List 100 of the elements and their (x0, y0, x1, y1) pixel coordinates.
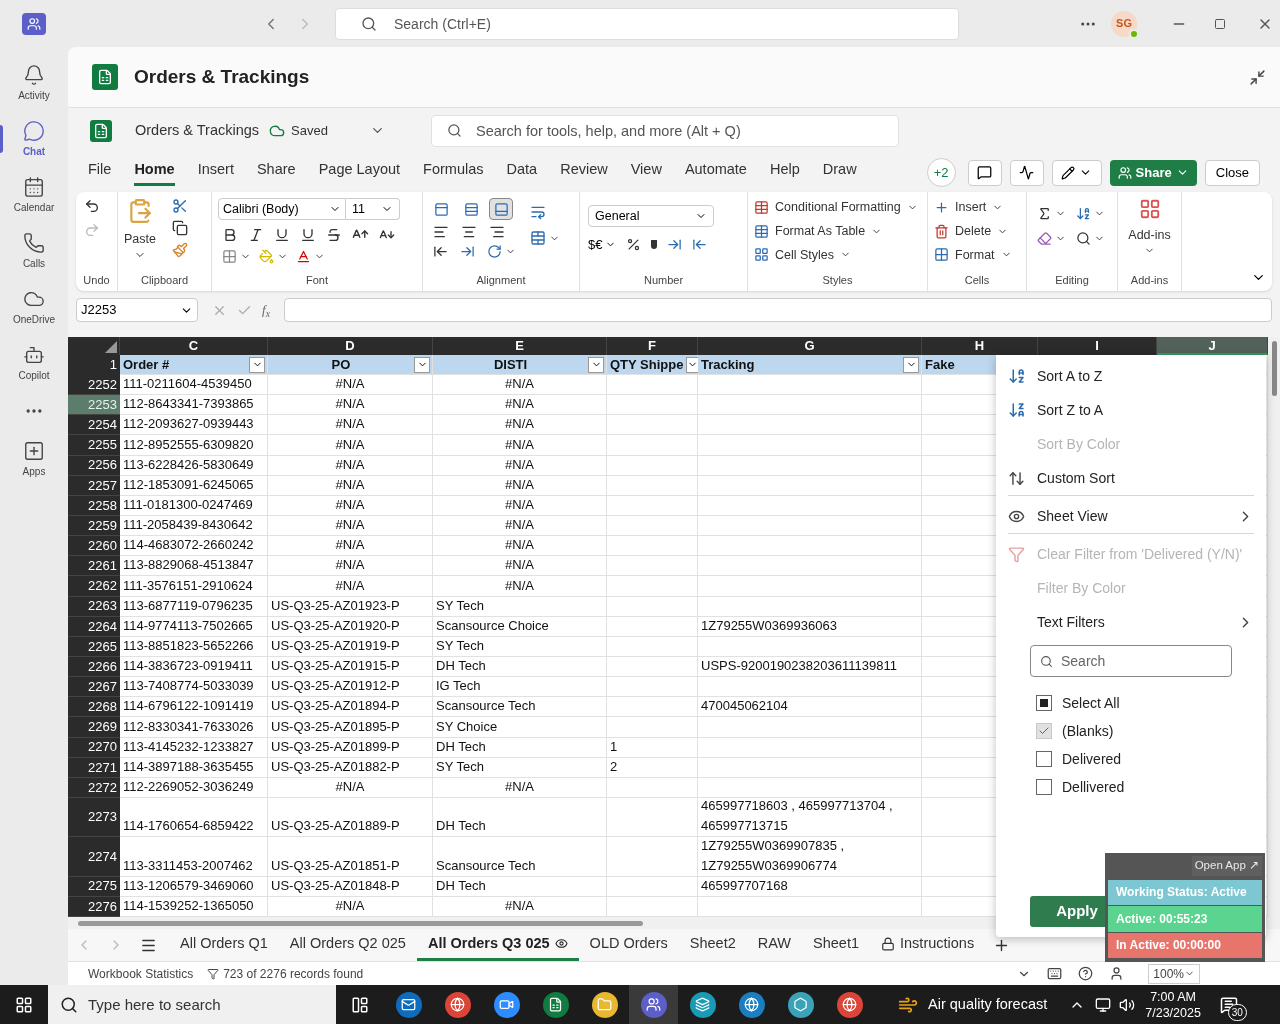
rail-item[interactable]: OneDrive (12, 311, 56, 327)
row-header[interactable]: 2265 (68, 636, 120, 657)
rail-item[interactable]: Calendar (13, 199, 55, 215)
weather-text[interactable]: Air quality forecast (928, 993, 1048, 1016)
align-center-icon[interactable] (461, 224, 477, 240)
menu-item[interactable]: Text Filters (996, 605, 1266, 639)
video-call-icon[interactable] (493, 991, 520, 1018)
percent-icon[interactable] (626, 237, 642, 253)
name-box[interactable]: J2253 (76, 298, 198, 322)
ribbon-tab[interactable]: View (630, 159, 662, 186)
row-header[interactable]: 2259 (68, 516, 120, 537)
row-header[interactable]: 2266 (68, 656, 120, 678)
ribbon-tab[interactable]: File (88, 159, 112, 186)
styles-button[interactable]: Cell Styles (754, 245, 918, 265)
bold-icon[interactable] (222, 226, 238, 243)
volume-icon[interactable] (1119, 996, 1136, 1013)
row-header[interactable]: 2270 (68, 737, 120, 758)
double-underline-icon[interactable] (300, 226, 316, 243)
checkbox[interactable] (1036, 723, 1052, 739)
keyboard-icon[interactable] (1047, 966, 1063, 981)
sheet-tab[interactable]: Sheet2 (678, 929, 747, 961)
network-icon[interactable] (1095, 996, 1112, 1013)
comments-button[interactable] (967, 159, 1002, 186)
ribbon-tab[interactable]: Page Layout (318, 159, 401, 186)
checkbox[interactable] (1036, 779, 1052, 795)
row-header[interactable]: 1 (68, 355, 120, 375)
sheet-tab[interactable]: RAW (746, 929, 803, 961)
maximize-icon[interactable] (1214, 17, 1226, 30)
rotate-icon[interactable] (487, 244, 502, 259)
editing-mode-button[interactable] (1051, 159, 1102, 186)
menu-item[interactable]: Sort A to Z (996, 359, 1266, 393)
eraser-icon[interactable] (1037, 231, 1052, 246)
scrollbar-thumb[interactable] (1271, 341, 1277, 396)
borders-icon[interactable] (222, 249, 237, 264)
sort-icon[interactable] (1076, 206, 1091, 221)
share-button[interactable]: Share (1109, 159, 1197, 186)
start-icon[interactable] (15, 995, 33, 1014)
browser-icon[interactable] (836, 991, 863, 1018)
row-header[interactable]: 2276 (68, 896, 120, 917)
sheet-tab[interactable]: All Orders Q1 (169, 929, 279, 961)
calendar-icon[interactable] (23, 175, 45, 198)
decrease-indent-icon[interactable] (433, 244, 448, 259)
currency-button[interactable]: $€ (588, 235, 617, 255)
row-header[interactable]: 2257 (68, 475, 120, 496)
row-header[interactable]: 2256 (68, 455, 120, 476)
rail-item[interactable]: Chat (22, 143, 46, 159)
row-header[interactable]: 2271 (68, 757, 120, 778)
merge-cells-icon[interactable] (530, 230, 546, 246)
open-app-button[interactable]: Open App ↗ (1191, 856, 1262, 876)
rail-item[interactable]: Calls (22, 255, 46, 271)
sheet-tab[interactable]: Sheet1 (802, 929, 870, 961)
number-format-dropdown[interactable]: General (588, 205, 714, 227)
vertical-align-button[interactable] (489, 198, 513, 220)
workbook-statistics[interactable]: Workbook Statistics (88, 964, 194, 983)
styles-button[interactable]: Conditional Formatting (754, 198, 918, 217)
clock-date[interactable]: 7/23/2025 (1145, 1004, 1201, 1021)
ribbon-tab[interactable]: Help (769, 159, 800, 186)
file-name[interactable]: Orders & Trackings (135, 119, 260, 142)
ribbon-tab[interactable]: Share (256, 159, 296, 186)
row-header[interactable]: 2274 (68, 837, 120, 877)
task-view-icon[interactable] (351, 995, 369, 1014)
formula-input-field[interactable] (283, 298, 1272, 322)
row-header[interactable]: 2262 (68, 576, 120, 597)
align-left-icon[interactable] (433, 224, 449, 240)
row-header[interactable]: 2267 (68, 677, 120, 698)
row-header[interactable]: 2268 (68, 697, 120, 718)
chat-icon[interactable] (23, 119, 45, 142)
row-header[interactable]: 2252 (68, 375, 120, 396)
scrollbar-thumb[interactable] (78, 920, 643, 926)
bell-icon[interactable] (23, 63, 45, 86)
font-size-dropdown[interactable]: 11 (346, 198, 400, 220)
close-button[interactable]: Close (1204, 159, 1260, 186)
copy-icon[interactable] (171, 220, 188, 236)
row-header[interactable]: 2260 (68, 536, 120, 557)
collapse-icon[interactable] (1249, 68, 1266, 86)
phone-icon[interactable] (23, 231, 45, 254)
cells-button[interactable]: Format (934, 245, 1012, 265)
font-name-dropdown[interactable]: Calibri (Body) (218, 198, 346, 220)
teams-app-icon[interactable] (640, 991, 667, 1018)
browser-icon[interactable] (738, 991, 765, 1018)
clock-time[interactable]: 7:00 AM (1150, 988, 1196, 1005)
sheet-tab[interactable]: Instructions (870, 929, 986, 961)
browser-icon[interactable] (444, 991, 471, 1018)
row-header[interactable]: 2275 (68, 876, 120, 897)
comma-style-icon[interactable] (651, 240, 658, 250)
insert-function-button[interactable]: f$_{x}$ (262, 300, 270, 320)
ribbon-tab[interactable]: Draw (822, 159, 857, 186)
activity-button[interactable] (1009, 159, 1044, 186)
hexagon-app-icon[interactable] (787, 991, 814, 1018)
plus-square-icon[interactable] (23, 439, 45, 462)
collaborators-button[interactable]: +2 (926, 158, 956, 187)
rail-item[interactable]: Copilot (18, 367, 50, 383)
row-header[interactable]: 2253 (68, 395, 120, 416)
sum-icon[interactable] (1037, 206, 1052, 221)
italic-icon[interactable] (248, 226, 264, 243)
sheet-tab[interactable]: All Orders Q2 025 (278, 929, 417, 961)
wrap-text-icon[interactable] (530, 204, 546, 220)
help-icon[interactable] (1078, 966, 1094, 981)
increase-indent-icon[interactable] (460, 244, 475, 259)
checkbox[interactable] (1036, 695, 1052, 711)
